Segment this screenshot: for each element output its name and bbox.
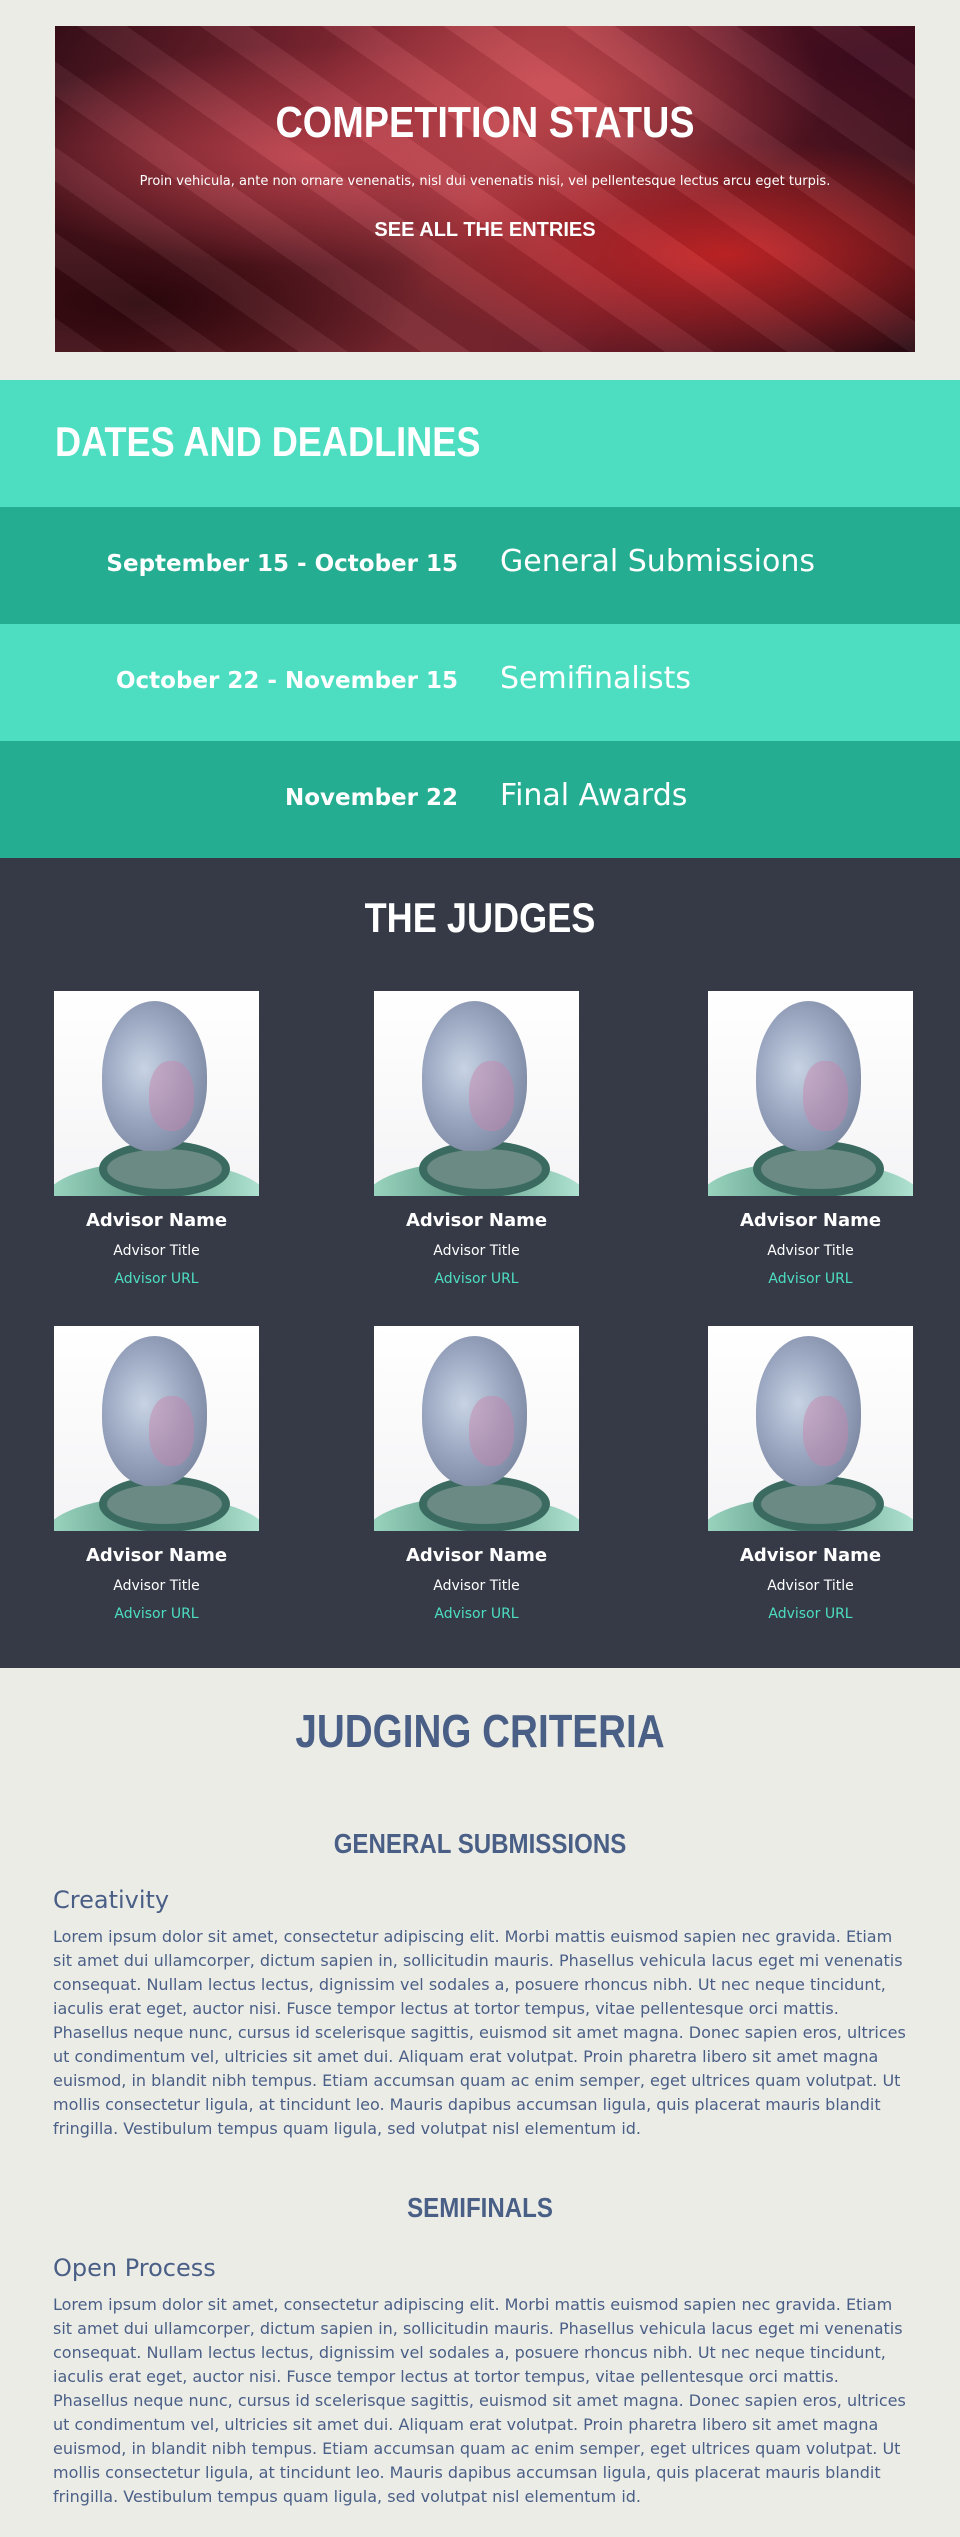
judge-url-link[interactable]: Advisor URL [54, 1271, 259, 1287]
date-phase: Final Awards [500, 778, 688, 813]
judge-title: Advisor Title [433, 1243, 520, 1259]
judge-url-link[interactable]: Advisor URL [54, 1606, 259, 1622]
dates-header: DATES AND DEADLINES [0, 380, 960, 507]
hero-section: COMPETITION STATUS Proin vehicula, ante … [0, 0, 960, 380]
judge-name: Advisor Name [85, 1545, 228, 1566]
judge-name: Advisor Name [405, 1210, 548, 1231]
date-row: September 15 - October 15 General Submis… [0, 507, 960, 624]
judge-name: Advisor Name [739, 1210, 882, 1231]
date-phase: General Submissions [500, 544, 816, 579]
judge-card: Advisor Name Advisor Title Advisor URL [374, 991, 579, 1287]
criteria-subheading: Open Process [53, 2254, 216, 2282]
date-row: October 22 - November 15 Semifinalists [0, 624, 960, 741]
see-all-entries-link[interactable]: SEE ALL THE ENTRIES [55, 219, 915, 242]
criteria-body-text: Lorem ipsum dolor sit amet, consectetur … [53, 1927, 906, 2138]
judge-card: Advisor Name Advisor Title Advisor URL [374, 1326, 579, 1622]
judge-photo [374, 991, 579, 1196]
judge-title: Advisor Title [113, 1578, 200, 1594]
judge-photo [54, 1326, 259, 1531]
judge-url-link[interactable]: Advisor URL [374, 1606, 579, 1622]
judge-card: Advisor Name Advisor Title Advisor URL [54, 991, 259, 1287]
criteria-section: JUDGING CRITERIA GENERAL SUBMISSIONS Cre… [0, 1668, 960, 2531]
judge-url-link[interactable]: Advisor URL [708, 1606, 913, 1622]
judge-photo [708, 991, 913, 1196]
judge-name: Advisor Name [405, 1545, 548, 1566]
judge-title: Advisor Title [767, 1243, 854, 1259]
criteria-body-text: Lorem ipsum dolor sit amet, consectetur … [53, 2295, 906, 2506]
hero-title: COMPETITION STATUS [275, 98, 695, 147]
judge-photo [374, 1326, 579, 1531]
judge-photo [54, 991, 259, 1196]
date-row: November 22 Final Awards [0, 741, 960, 858]
judge-name: Advisor Name [85, 1210, 228, 1231]
judge-title: Advisor Title [433, 1578, 520, 1594]
judge-card: Advisor Name Advisor Title Advisor URL [54, 1326, 259, 1622]
hero-background-texture [55, 26, 915, 352]
judge-url-link[interactable]: Advisor URL [374, 1271, 579, 1287]
judge-url-link[interactable]: Advisor URL [708, 1271, 913, 1287]
judge-photo [708, 1326, 913, 1531]
date-range: October 22 - November 15 [116, 668, 458, 694]
judges-heading: THE JUDGES [364, 894, 596, 941]
judge-title: Advisor Title [767, 1578, 854, 1594]
criteria-section-heading: GENERAL SUBMISSIONS [333, 1828, 627, 1859]
dates-heading: DATES AND DEADLINES [55, 418, 481, 465]
judge-card: Advisor Name Advisor Title Advisor URL [708, 991, 913, 1287]
judge-card: Advisor Name Advisor Title Advisor URL [708, 1326, 913, 1622]
date-phase: Semifinalists [500, 661, 692, 696]
criteria-heading: JUDGING CRITERIA [295, 1705, 665, 1757]
hero-banner-image: COMPETITION STATUS Proin vehicula, ante … [55, 26, 915, 352]
hero-description: Proin vehicula, ante non ornare venenati… [139, 174, 831, 189]
judge-name: Advisor Name [739, 1545, 882, 1566]
criteria-section-heading: SEMIFINALS [407, 2192, 553, 2223]
date-range: November 22 [284, 785, 458, 811]
date-range: September 15 - October 15 [106, 551, 458, 577]
judges-section: THE JUDGES Advisor Name Advisor Title Ad… [0, 858, 960, 1668]
judge-title: Advisor Title [113, 1243, 200, 1259]
criteria-subheading: Creativity [53, 1886, 170, 1914]
